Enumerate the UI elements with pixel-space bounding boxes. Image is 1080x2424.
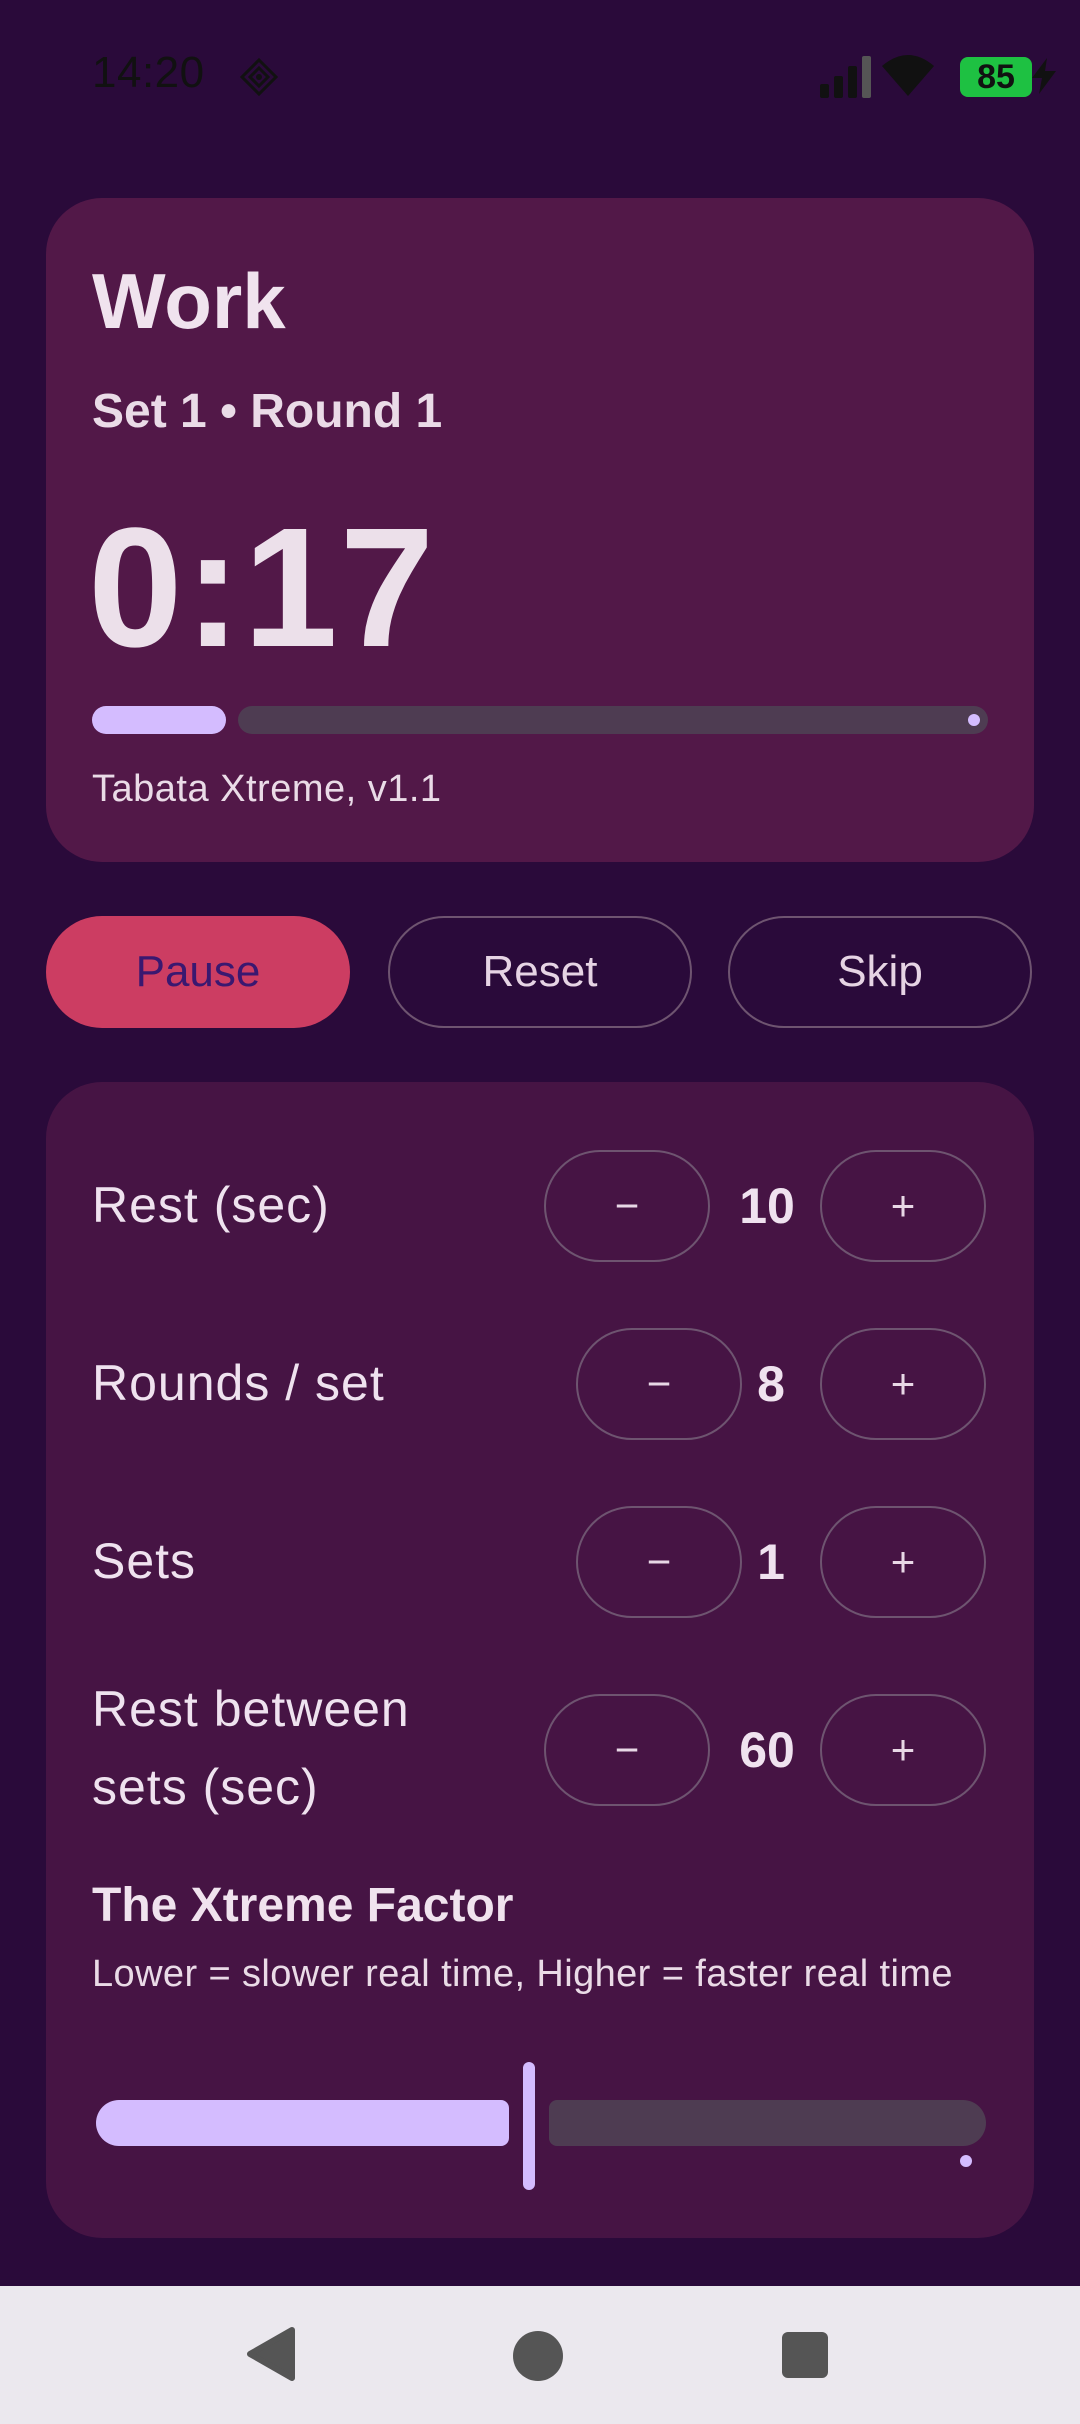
system-navigation-bar [0,2286,1080,2424]
phase-title: Work [92,257,286,345]
rounds-decrement-button[interactable]: − [576,1328,742,1440]
progress-end-dot [968,714,980,726]
rest-between-sets-value: 60 [739,1722,795,1778]
wifi-icon [882,55,934,96]
sets-label: Sets [92,1522,196,1600]
recents-icon[interactable] [782,2332,828,2378]
skip-button[interactable]: Skip [728,916,1032,1028]
rest-between-sets-increment-button[interactable]: + [820,1694,986,1806]
progress-remaining [238,706,988,734]
rounds-increment-button[interactable]: + [820,1328,986,1440]
diamond-icon [240,58,278,96]
setting-label-line: Sets [92,1533,197,1589]
pause-button[interactable]: Pause [46,916,350,1028]
rest-between-sets-decrement-button[interactable]: − [544,1694,710,1806]
battery-icon: 85 [960,57,1032,97]
slider-active-track [96,2100,509,2146]
timer-countdown: 0:17 [88,493,437,683]
rest-sec-decrement-button[interactable]: − [544,1150,710,1262]
setting-label-line: Rest (sec) [92,1177,330,1233]
back-icon[interactable] [246,2326,296,2382]
slider-thumb[interactable] [523,2062,535,2190]
charging-bolt-icon [1032,58,1056,94]
home-icon[interactable] [512,2330,564,2382]
rest-between-sets-label: Rest between sets (sec) [92,1670,410,1826]
xtreme-factor-title: The Xtreme Factor [92,1879,514,1932]
interval-progress-bar [92,706,988,734]
sets-increment-button[interactable]: + [820,1506,986,1618]
settings-card: Rest (sec) − 10 + Rounds / set − 8 + Set… [46,1082,1034,2238]
sets-value: 1 [757,1534,785,1590]
rounds-per-set-label: Rounds / set [92,1344,385,1422]
xtreme-factor-description: Lower = slower real time, Higher = faste… [92,1953,953,1995]
reset-button[interactable]: Reset [388,916,692,1028]
status-bar: 14:20 85 [0,0,1080,150]
rest-sec-value: 10 [739,1178,795,1234]
status-time: 14:20 [92,48,205,97]
signal-icon [820,56,871,98]
rest-sec-increment-button[interactable]: + [820,1150,986,1262]
xtreme-factor-slider[interactable] [96,2062,986,2190]
sets-decrement-button[interactable]: − [576,1506,742,1618]
rounds-value: 8 [757,1356,785,1412]
setting-label-line: Rest between [92,1681,410,1737]
rest-sec-label: Rest (sec) [92,1166,330,1244]
setting-label-line: sets (sec) [92,1759,319,1815]
slider-end-dot [960,2155,972,2167]
slider-inactive-track [549,2100,986,2167]
preset-name: Tabata Xtreme, v1.1 [92,768,442,810]
set-round-label: Set 1 • Round 1 [92,385,443,438]
setting-label-line: Rounds / set [92,1355,385,1411]
progress-fill [92,706,226,734]
battery-level: 85 [977,57,1015,96]
timer-card: Work Set 1 • Round 1 0:17 Tabata Xtreme,… [46,198,1034,862]
